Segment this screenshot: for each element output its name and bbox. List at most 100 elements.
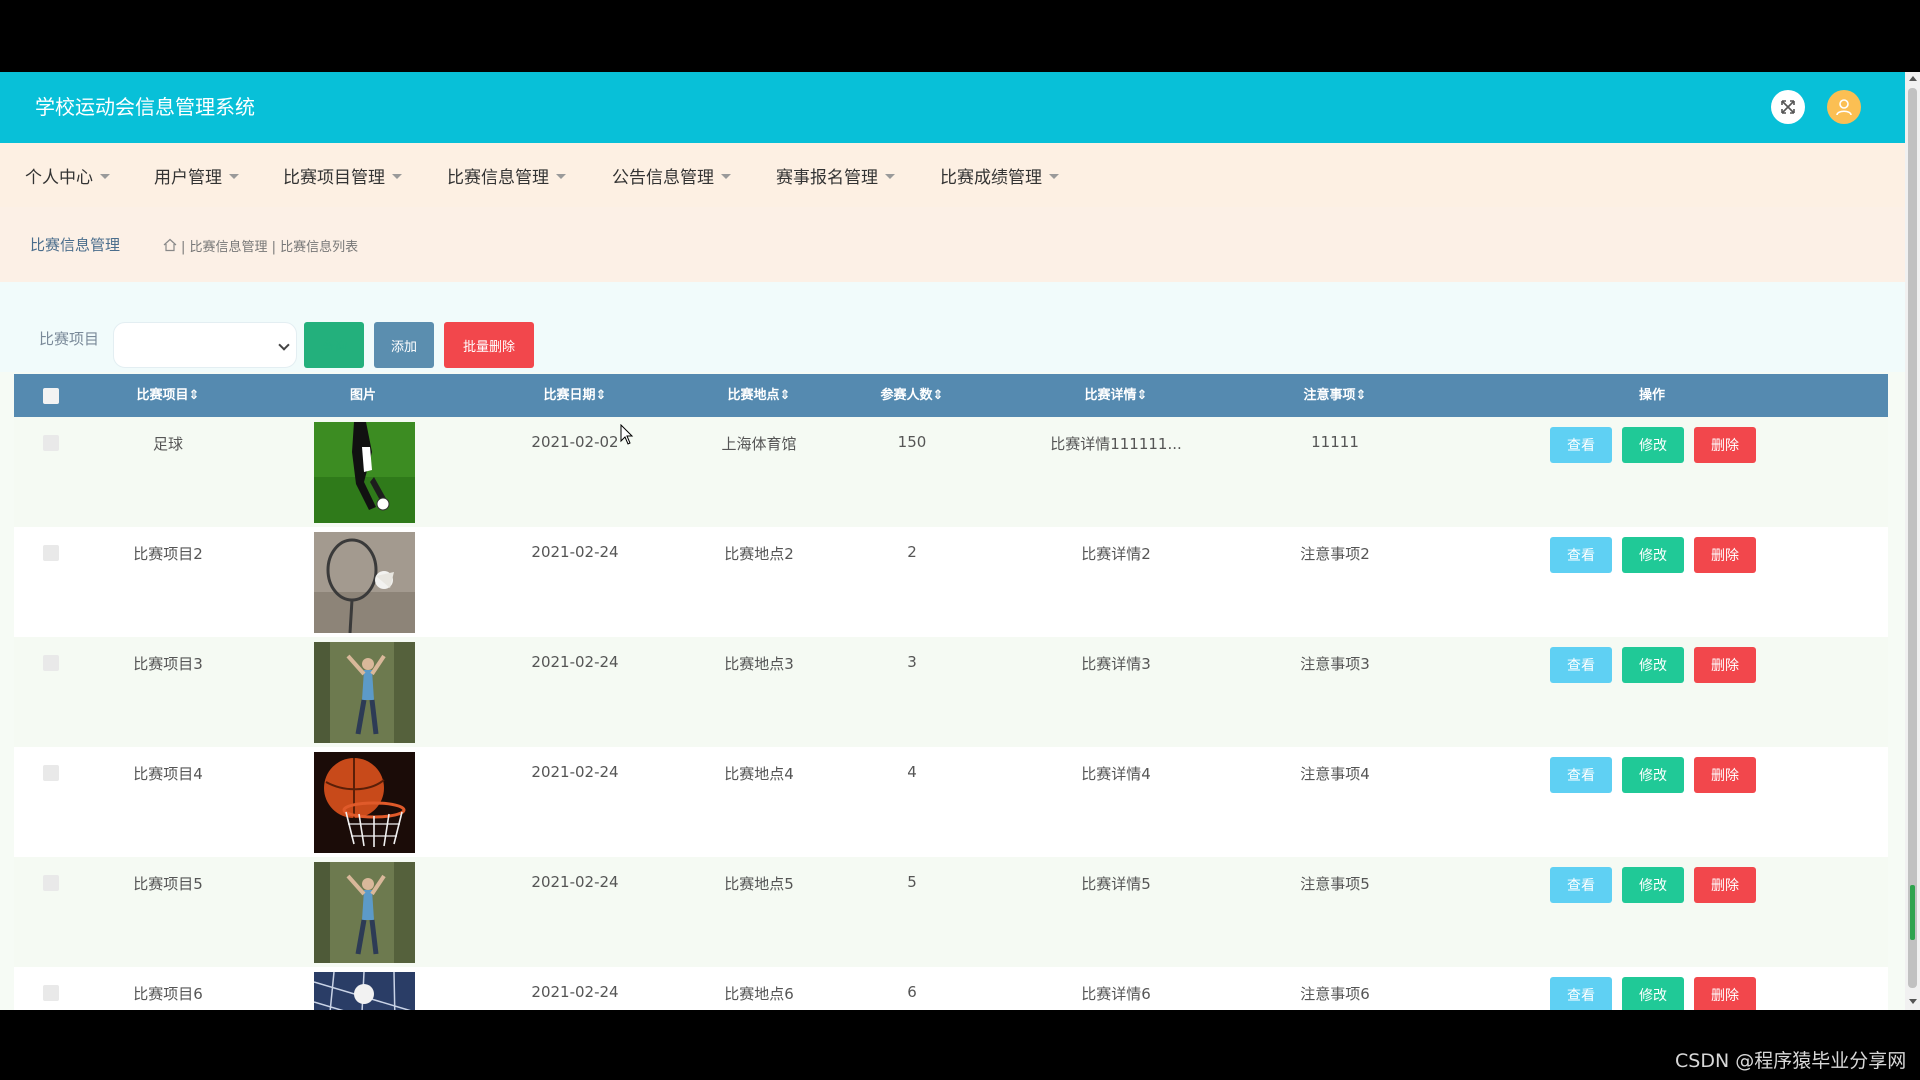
search-bar: 比赛项目 查询 添加 批量删除 — [0, 282, 1905, 372]
app-title: 学校运动会信息管理系统 — [35, 95, 255, 119]
batch-delete-button[interactable]: 批量删除 — [444, 322, 534, 368]
delete-button[interactable]: 删除 — [1694, 647, 1756, 683]
scroll-up-arrow-icon[interactable] — [1909, 76, 1917, 81]
top-header: 学校运动会信息管理系统 — [0, 72, 1905, 143]
home-icon[interactable] — [163, 238, 177, 252]
caret-down-icon — [229, 173, 239, 179]
cell-location: 上海体育馆 — [721, 435, 797, 453]
project-select[interactable] — [113, 322, 297, 368]
badminton-photo — [314, 532, 415, 633]
caret-down-icon — [885, 173, 895, 179]
row-checkbox[interactable] — [43, 875, 59, 891]
column-header-actions: 操作 — [1638, 388, 1666, 403]
cell-notes: 注意事项3 — [1300, 655, 1370, 673]
row-checkbox[interactable] — [43, 655, 59, 671]
column-header-date[interactable]: 比赛日期⇕ — [544, 374, 607, 417]
view-button[interactable]: 查看 — [1550, 867, 1612, 903]
cell-detail: 比赛详情5 — [1081, 875, 1151, 893]
edit-button[interactable]: 修改 — [1622, 647, 1684, 683]
nav-item-personal-center[interactable]: 个人中心 — [25, 143, 110, 207]
cell-project: 比赛项目6 — [133, 985, 203, 1003]
column-header-location[interactable]: 比赛地点⇕ — [728, 374, 791, 417]
forest-runner-photo — [314, 642, 415, 743]
nav-item-project-management[interactable]: 比赛项目管理 — [283, 143, 402, 207]
view-button[interactable]: 查看 — [1550, 537, 1612, 573]
column-label: 比赛详情 — [1084, 388, 1137, 403]
query-button[interactable]: 查询 — [304, 322, 364, 368]
select-all-checkbox[interactable] — [43, 388, 59, 404]
column-header-image: 图片 — [349, 388, 377, 403]
caret-down-icon — [100, 173, 110, 179]
column-header-notes[interactable]: 注意事项⇕ — [1304, 374, 1367, 417]
cell-participants: 150 — [897, 433, 927, 451]
table-row: 比赛项目3 2021-02-24 比赛地点3 3 比赛详情3 注意事项3 查看 … — [14, 637, 1888, 747]
cell-detail: 比赛详情111111... — [1050, 435, 1182, 453]
nav-item-user-management[interactable]: 用户管理 — [154, 143, 239, 207]
cell-participants: 2 — [907, 543, 917, 561]
edit-button[interactable]: 修改 — [1622, 537, 1684, 573]
cell-project: 比赛项目5 — [133, 875, 203, 893]
fullscreen-toggle-icon[interactable] — [1771, 90, 1805, 124]
chevron-down-icon — [278, 339, 290, 351]
column-label: 比赛地点 — [727, 388, 780, 403]
watermark: CSDN @程序猿毕业分享网 — [1675, 1050, 1907, 1072]
delete-button[interactable]: 删除 — [1694, 427, 1756, 463]
user-avatar-icon[interactable] — [1827, 90, 1861, 124]
nav-item-notice-management[interactable]: 公告信息管理 — [612, 143, 731, 207]
nav-item-match-info-management[interactable]: 比赛信息管理 — [447, 143, 566, 207]
nav-label: 用户管理 — [154, 167, 222, 188]
view-button[interactable]: 查看 — [1550, 977, 1612, 1010]
edit-button[interactable]: 修改 — [1622, 977, 1684, 1010]
match-info-table: 比赛项目⇕ 图片 比赛日期⇕ 比赛地点⇕ 参赛人数⇕ 比赛详情⇕ 注意事项⇕ 操… — [14, 374, 1888, 1010]
cell-location: 比赛地点2 — [724, 545, 794, 563]
delete-button[interactable]: 删除 — [1694, 757, 1756, 793]
view-button[interactable]: 查看 — [1550, 647, 1612, 683]
nav-item-registration-management[interactable]: 赛事报名管理 — [776, 143, 895, 207]
cell-notes: 注意事项4 — [1300, 765, 1370, 783]
row-checkbox[interactable] — [43, 985, 59, 1001]
breadcrumb: | 比赛信息管理 | 比赛信息列表 — [163, 207, 358, 283]
cell-project: 比赛项目4 — [133, 765, 203, 783]
column-header-detail[interactable]: 比赛详情⇕ — [1085, 374, 1148, 417]
cell-detail: 比赛详情6 — [1081, 985, 1151, 1003]
edit-button[interactable]: 修改 — [1622, 427, 1684, 463]
cell-participants: 4 — [907, 763, 917, 781]
nav-label: 公告信息管理 — [612, 167, 714, 188]
add-button[interactable]: 添加 — [374, 322, 434, 368]
caret-down-icon — [721, 173, 731, 179]
table-row: 比赛项目5 2021-02-24 比赛地点5 5 比赛详情5 注意事项5 查看 … — [14, 857, 1888, 967]
cell-project: 比赛项目3 — [133, 655, 203, 673]
cell-participants: 5 — [907, 873, 917, 891]
edit-button[interactable]: 修改 — [1622, 757, 1684, 793]
breadcrumb-trail[interactable]: | 比赛信息管理 | 比赛信息列表 — [181, 236, 358, 255]
row-checkbox[interactable] — [43, 765, 59, 781]
row-checkbox[interactable] — [43, 545, 59, 561]
soccer-photo — [314, 422, 415, 523]
edit-button[interactable]: 修改 — [1622, 867, 1684, 903]
delete-button[interactable]: 删除 — [1694, 867, 1756, 903]
cell-detail: 比赛详情3 — [1081, 655, 1151, 673]
column-label: 注意事项 — [1303, 388, 1356, 403]
cell-date: 2021-02-24 — [531, 543, 619, 561]
row-checkbox[interactable] — [43, 435, 59, 451]
cell-date: 2021-02-02 — [531, 433, 619, 451]
column-header-participants[interactable]: 参赛人数⇕ — [881, 374, 944, 417]
nav-item-results-management[interactable]: 比赛成绩管理 — [940, 143, 1059, 207]
delete-button[interactable]: 删除 — [1694, 537, 1756, 573]
basketball-hoop-photo — [314, 752, 415, 853]
mouse-cursor-icon — [620, 424, 634, 445]
column-header-project[interactable]: 比赛项目⇕ — [137, 374, 200, 417]
cell-project: 比赛项目2 — [133, 545, 203, 563]
view-button[interactable]: 查看 — [1550, 427, 1612, 463]
table-row: 比赛项目2 2021-02-24 比赛地点2 2 比赛详情2 注意事项2 查看 … — [14, 527, 1888, 637]
scrollbar-thumb[interactable] — [1908, 88, 1917, 988]
table-row: 足球 2021-02-02 上海体育馆 150 比赛详情111111... 11… — [14, 417, 1888, 527]
view-button[interactable]: 查看 — [1550, 757, 1612, 793]
caret-down-icon — [392, 173, 402, 179]
scroll-down-arrow-icon[interactable] — [1909, 999, 1917, 1004]
table-row: 比赛项目6 2021-02-24 比赛地点6 6 比赛详情6 注意事项6 查看 … — [14, 967, 1888, 1010]
delete-button[interactable]: 删除 — [1694, 977, 1756, 1010]
cell-location: 比赛地点3 — [724, 655, 794, 673]
cell-notes: 注意事项5 — [1300, 875, 1370, 893]
caret-down-icon — [556, 173, 566, 179]
